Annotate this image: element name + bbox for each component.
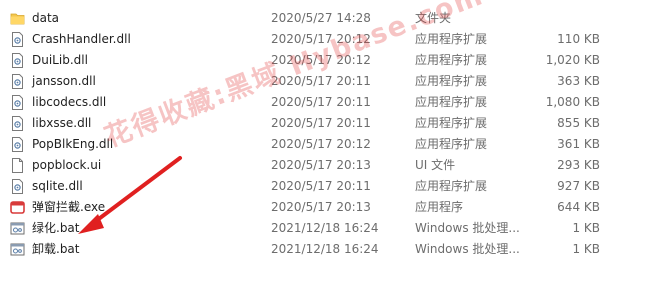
file-name: 弹窗拦截.exe	[32, 200, 106, 214]
dll-file-icon	[10, 116, 25, 131]
file-row[interactable]: 弹窗拦截.exe 2020/5/17 20:13 应用程序 644 KB	[0, 197, 645, 218]
batch-file-icon	[10, 221, 25, 236]
app-exe-icon	[10, 200, 25, 215]
file-type: 应用程序扩展	[415, 53, 488, 67]
file-name: data	[32, 11, 60, 25]
file-date: 2020/5/17 20:11	[271, 179, 371, 193]
file-size: 1 KB	[572, 221, 600, 235]
file-size: 1 KB	[572, 242, 600, 256]
file-date: 2020/5/17 20:11	[271, 74, 371, 88]
file-row[interactable]: CrashHandler.dll 2020/5/17 20:12 应用程序扩展 …	[0, 29, 645, 50]
file-type: 文件夹	[415, 11, 452, 25]
file-row[interactable]: sqlite.dll 2020/5/17 20:11 应用程序扩展 927 KB	[0, 176, 645, 197]
file-size: 361 KB	[557, 137, 600, 151]
file-date: 2020/5/17 20:12	[271, 137, 371, 151]
dll-file-icon	[10, 95, 25, 110]
file-size: 110 KB	[557, 32, 600, 46]
file-name: libxsse.dll	[32, 116, 92, 130]
file-size: 293 KB	[557, 158, 600, 172]
file-name: 绿化.bat	[32, 221, 80, 235]
dll-file-icon	[10, 53, 25, 68]
file-row[interactable]: popblock.ui 2020/5/17 20:13 UI 文件 293 KB	[0, 155, 645, 176]
file-size: 363 KB	[557, 74, 600, 88]
file-type: 应用程序扩展	[415, 179, 488, 193]
file-date: 2020/5/17 20:13	[271, 200, 371, 214]
file-date: 2020/5/17 20:11	[271, 95, 371, 109]
file-type: 应用程序扩展	[415, 74, 488, 88]
file-date: 2020/5/17 20:12	[271, 53, 371, 67]
file-type: 应用程序扩展	[415, 32, 488, 46]
file-size: 644 KB	[557, 200, 600, 214]
file-type: 应用程序扩展	[415, 116, 488, 130]
dll-file-icon	[10, 137, 25, 152]
file-name: jansson.dll	[32, 74, 96, 88]
file-size: 855 KB	[557, 116, 600, 130]
file-type: 应用程序扩展	[415, 137, 488, 151]
folder-icon	[10, 11, 25, 26]
file-name: PopBlkEng.dll	[32, 137, 114, 151]
batch-file-icon	[10, 242, 25, 257]
file-date: 2020/5/17 20:12	[271, 32, 371, 46]
file-row[interactable]: data 2020/5/27 14:28 文件夹	[0, 8, 645, 29]
file-type: 应用程序	[415, 200, 464, 214]
file-date: 2021/12/18 16:24	[271, 242, 379, 256]
file-row[interactable]: 卸载.bat 2021/12/18 16:24 Windows 批处理... 1…	[0, 239, 645, 260]
ui-file-icon	[10, 158, 25, 173]
file-name: libcodecs.dll	[32, 95, 107, 109]
file-row[interactable]: 绿化.bat 2021/12/18 16:24 Windows 批处理... 1…	[0, 218, 645, 239]
file-name: DuiLib.dll	[32, 53, 88, 67]
file-row[interactable]: PopBlkEng.dll 2020/5/17 20:12 应用程序扩展 361…	[0, 134, 645, 155]
file-size: 1,020 KB	[545, 53, 600, 67]
file-row[interactable]: libxsse.dll 2020/5/17 20:11 应用程序扩展 855 K…	[0, 113, 645, 134]
dll-file-icon	[10, 179, 25, 194]
file-type: Windows 批处理...	[415, 242, 520, 256]
file-row[interactable]: jansson.dll 2020/5/17 20:11 应用程序扩展 363 K…	[0, 71, 645, 92]
file-type: Windows 批处理...	[415, 221, 520, 235]
file-type: UI 文件	[415, 158, 456, 172]
file-size: 1,080 KB	[545, 95, 600, 109]
file-name: popblock.ui	[32, 158, 102, 172]
file-name: CrashHandler.dll	[32, 32, 131, 46]
dll-file-icon	[10, 74, 25, 89]
file-date: 2020/5/27 14:28	[271, 11, 371, 25]
file-type: 应用程序扩展	[415, 95, 488, 109]
file-date: 2021/12/18 16:24	[271, 221, 379, 235]
file-row[interactable]: DuiLib.dll 2020/5/17 20:12 应用程序扩展 1,020 …	[0, 50, 645, 71]
file-name: 卸载.bat	[32, 242, 80, 256]
dll-file-icon	[10, 32, 25, 47]
file-row[interactable]: libcodecs.dll 2020/5/17 20:11 应用程序扩展 1,0…	[0, 92, 645, 113]
file-date: 2020/5/17 20:11	[271, 116, 371, 130]
file-date: 2020/5/17 20:13	[271, 158, 371, 172]
file-size: 927 KB	[557, 179, 600, 193]
file-name: sqlite.dll	[32, 179, 83, 193]
